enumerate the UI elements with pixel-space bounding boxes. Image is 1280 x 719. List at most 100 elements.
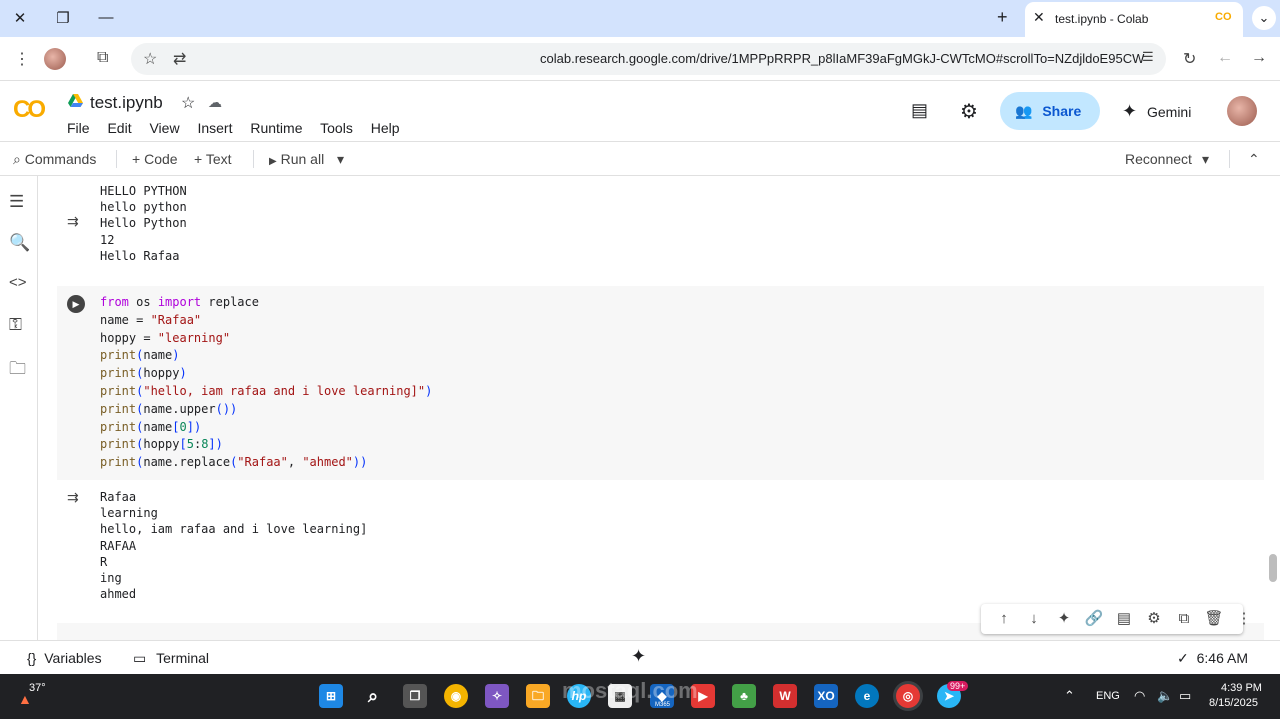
url-text[interactable]: colab.research.google.com/drive/1MPPpRRP… <box>540 51 1144 66</box>
reload-icon[interactable]: ↻ <box>1183 49 1196 69</box>
run-cell-button[interactable]: ▶ <box>67 295 85 313</box>
link-icon[interactable]: 🔗 <box>1079 609 1109 627</box>
forward-icon[interactable]: → <box>1251 49 1267 67</box>
menu-help[interactable]: Help <box>371 120 400 136</box>
play-icon: ▶ <box>269 156 277 167</box>
restore-window-icon[interactable]: ❐ <box>53 9 73 27</box>
edge-icon[interactable]: e <box>855 684 879 708</box>
gemini-sparkle-icon[interactable]: ✦ <box>1049 609 1079 627</box>
collapse-header-icon[interactable]: ⌃ <box>1248 151 1260 168</box>
move-up-icon[interactable]: ↑ <box>989 610 1019 627</box>
share-button[interactable]: 👥 Share <box>1000 92 1100 130</box>
run-all-dropdown-icon[interactable]: ▾ <box>337 151 344 168</box>
task-view-icon[interactable]: ❐ <box>403 684 427 708</box>
more-options-icon[interactable]: ⋮ <box>1229 609 1259 627</box>
toolbar-divider <box>253 150 254 168</box>
cloud-saved-icon[interactable]: ☁ <box>208 94 222 111</box>
menu-view[interactable]: View <box>149 120 179 136</box>
plus-icon: + <box>132 151 141 167</box>
browser-tab[interactable]: ✕ test.ipynb - Colab CO <box>1025 2 1243 37</box>
commands-label: Commands <box>24 151 97 167</box>
minimize-window-icon[interactable]: — <box>96 9 116 26</box>
address-bar-row: ⋮ ⧉ ☆ ⇄ ☰ colab.research.google.com/driv… <box>0 37 1280 81</box>
menu-tools[interactable]: Tools <box>320 120 353 136</box>
back-icon[interactable]: ← <box>1217 49 1233 67</box>
google-drive-icon[interactable] <box>68 94 83 108</box>
mirror-cell-icon[interactable]: ⧉ <box>1169 610 1199 627</box>
xbox-icon[interactable]: XO <box>814 684 838 708</box>
close-window-icon[interactable]: ✕ <box>10 9 30 27</box>
menu-edit[interactable]: Edit <box>107 120 131 136</box>
clock-time[interactable]: 4:39 PM <box>1221 682 1262 694</box>
search-icon[interactable]: ⌕ <box>361 684 385 708</box>
battery-icon[interactable]: ▭ <box>1179 688 1191 704</box>
settings-gear-icon[interactable]: ⚙ <box>960 99 978 124</box>
chrome-icon[interactable]: ◎ <box>896 684 920 708</box>
runtime-dropdown-icon[interactable]: ▾ <box>1202 151 1209 168</box>
game-icon[interactable]: ♣ <box>732 684 756 708</box>
bookmark-star-icon[interactable]: ☆ <box>143 49 157 69</box>
menu-runtime[interactable]: Runtime <box>250 120 302 136</box>
find-icon[interactable]: 🔍 <box>9 233 30 253</box>
secrets-key-icon[interactable]: ⚿ <box>9 315 22 335</box>
tab-title: test.ipynb - Colab <box>1055 12 1149 26</box>
show-hidden-icons-icon[interactable]: ⌃ <box>1064 688 1075 704</box>
menu-file[interactable]: File <box>67 120 90 136</box>
clock-date[interactable]: 8/15/2025 <box>1209 697 1258 709</box>
account-avatar[interactable] <box>1227 96 1257 126</box>
execution-status[interactable]: ✓ 6:46 AM <box>1177 650 1248 667</box>
variables-label: Variables <box>44 650 102 666</box>
wifi-icon[interactable]: ◠ <box>1134 688 1145 704</box>
windows-start-icon[interactable]: ⊞ <box>319 684 343 708</box>
add-text-button[interactable]: + Text <box>194 151 232 167</box>
language-indicator[interactable]: ENG <box>1096 690 1120 702</box>
code-snippets-icon[interactable]: <> <box>9 274 27 291</box>
tab-search-chevron-icon[interactable]: ⌄ <box>1252 6 1276 30</box>
menu-insert[interactable]: Insert <box>197 120 232 136</box>
colab-favicon-icon: CO <box>1215 11 1232 23</box>
terminal-button[interactable]: ▭ Terminal <box>133 650 209 667</box>
file-explorer-icon[interactable]: 🗀 <box>526 684 550 708</box>
cell-output: Rafaa learning hello, iam rafaa and i lo… <box>100 490 368 602</box>
gemini-button[interactable]: ✦ Gemini <box>1122 101 1191 122</box>
left-sidebar: ☰ 🔍 <> ⚿ 🗀 <box>0 176 38 640</box>
notebook-filename[interactable]: test.ipynb <box>90 93 163 113</box>
previous-cell-output: HELLO PYTHON hello python Hello Python 1… <box>100 184 187 263</box>
gemini-sparkle-icon[interactable]: ✦ <box>631 646 646 667</box>
add-code-button[interactable]: + Code <box>132 151 178 167</box>
new-tab-icon[interactable]: + <box>997 7 1008 28</box>
colab-logo[interactable]: CO <box>13 96 46 124</box>
browser-menu-icon[interactable]: ⋮ <box>14 49 30 69</box>
notification-badge: 99+ <box>947 681 969 691</box>
cell-settings-icon[interactable]: ⚙ <box>1139 609 1169 627</box>
move-down-icon[interactable]: ↓ <box>1019 610 1049 627</box>
comments-icon[interactable]: ▤ <box>911 100 928 121</box>
code-editor[interactable]: from os import replace name = "Rafaa" ho… <box>100 294 432 472</box>
run-all-button[interactable]: ▶ Run all <box>269 151 324 167</box>
translate-icon[interactable]: ⇄ <box>173 49 186 69</box>
close-tab-icon[interactable]: ✕ <box>1033 9 1045 26</box>
star-icon[interactable]: ☆ <box>181 93 195 113</box>
volume-icon[interactable]: 🔈 <box>1157 688 1173 704</box>
delete-icon[interactable]: 🗑 <box>1199 609 1229 627</box>
output-toggle-icon[interactable]: ⇉ <box>67 213 79 230</box>
wps-icon[interactable]: W <box>773 684 797 708</box>
copilot-icon[interactable]: ✧ <box>485 684 509 708</box>
output-toggle-icon[interactable]: ⇉ <box>67 489 79 506</box>
extensions-icon[interactable]: ⧉ <box>97 49 108 67</box>
reconnect-button[interactable]: Reconnect <box>1125 151 1192 167</box>
sparkle-icon: ✦ <box>1122 101 1138 121</box>
status-bar: {} Variables ▭ Terminal ✦ ✓ 6:46 AM <box>0 640 1280 674</box>
table-of-contents-icon[interactable]: ☰ <box>9 192 24 212</box>
profile-avatar[interactable] <box>44 48 66 70</box>
braces-icon: {} <box>27 650 37 666</box>
gemini-label: Gemini <box>1146 104 1192 120</box>
weather-temp[interactable]: 37° <box>29 682 46 694</box>
scrollbar[interactable] <box>1269 554 1277 582</box>
comment-icon[interactable]: ▤ <box>1109 609 1139 627</box>
files-folder-icon[interactable]: 🗀 <box>9 356 26 385</box>
variables-button[interactable]: {} Variables <box>27 650 102 666</box>
share-label: Share <box>1042 103 1082 119</box>
chrome-canary-icon[interactable]: ◉ <box>444 684 468 708</box>
commands-button[interactable]: ⌕ Commands <box>13 151 96 168</box>
